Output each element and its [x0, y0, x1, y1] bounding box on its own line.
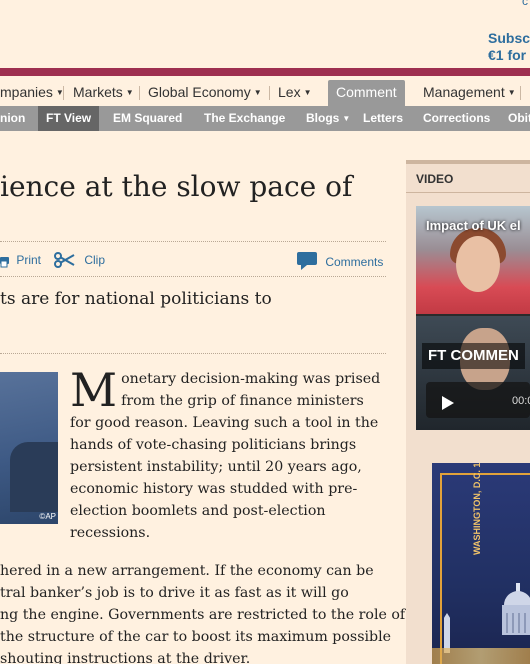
nav-item-companies[interactable]: mpanies ▼ [0, 80, 64, 106]
scissors-icon [54, 252, 75, 268]
nav-label: Lex [278, 84, 301, 100]
chevron-down-icon: ▼ [342, 114, 351, 123]
article-tools: Print Clip Comments [0, 250, 386, 270]
video-2-title: FT COMMEN [422, 343, 525, 369]
advertisement[interactable]: WASHINGTON, D.C. 1-3 JUNE 2015 [432, 463, 530, 664]
drop-cap: M [70, 363, 118, 417]
print-label: Print [16, 253, 42, 267]
article-photo: ©AP [0, 372, 58, 524]
video-player[interactable]: Impact of UK el FT COMMEN 00:0 [416, 206, 530, 430]
nav-label: Comment [336, 84, 397, 100]
photo-figure [10, 442, 58, 512]
paragraph-line: the structure of the car to boost its ma… [0, 629, 392, 645]
comments-button[interactable]: Comments [297, 252, 383, 270]
paragraph-line: ng the engine. Governments are restricte… [0, 607, 406, 623]
photo-credit: ©AP [39, 512, 56, 521]
paragraph-line: shouting instructions at the driver. [0, 651, 251, 664]
divider [406, 192, 530, 193]
subnav-item-opinion[interactable]: nion [0, 106, 25, 131]
subnav-label: Blogs [306, 111, 340, 125]
video-thumbnail-1[interactable]: Impact of UK el [416, 206, 530, 314]
nav-label: mpanies [0, 84, 53, 100]
comments-label: Comments [325, 255, 384, 269]
nav-label: Management [423, 84, 505, 100]
paragraph-line: hered in a new arrangement. If the econo… [0, 563, 374, 579]
main-nav: mpanies ▼ Markets ▼ Global Economy ▼ Lex ▼ C… [0, 80, 530, 106]
subnav-item-obituaries[interactable]: Obit [508, 106, 530, 131]
divider [0, 276, 386, 277]
subscribe-line2: €1 for [488, 47, 527, 63]
subnav-item-em-squared[interactable]: EM Squared [113, 106, 182, 131]
chevron-down-icon: ▼ [303, 88, 312, 97]
clip-label: Clip [84, 253, 106, 267]
paragraph-line: tral banker’s job is to drive it as fast… [0, 585, 349, 601]
brand-bar [0, 68, 530, 76]
subnav-item-ft-view[interactable]: FT View [38, 106, 100, 131]
nav-item-comment[interactable]: Comment [328, 80, 405, 106]
monument-icon [444, 613, 450, 653]
city-lights [432, 648, 530, 664]
video-1-title: Impact of UK el [426, 218, 521, 233]
subscribe-line1: Subscr [488, 30, 530, 46]
video-time: 00:0 [512, 395, 530, 407]
thumbnail-face [456, 236, 500, 292]
clip-button[interactable]: Clip [54, 252, 105, 268]
subnav-item-blogs[interactable]: Blogs ▼ [306, 106, 350, 131]
nav-divider [269, 86, 270, 100]
article-headline: ience at the slow pace of [0, 170, 353, 203]
divider [0, 353, 386, 354]
nav-item-management[interactable]: Management ▼ [423, 80, 516, 106]
sidebar-top-border [406, 160, 530, 164]
nav-item-lex[interactable]: Lex ▼ [278, 80, 312, 106]
article-paragraph-1: Monetary decision-making was prised from… [70, 363, 385, 544]
top-corner-text: c [522, 0, 528, 8]
nav-item-global-economy[interactable]: Global Economy ▼ [148, 80, 262, 106]
print-button[interactable]: Print [0, 252, 41, 268]
article-paragraph-2: hered in a new arrangement. If the econo… [0, 560, 406, 664]
nav-divider [520, 86, 521, 100]
article-standfirst: ts are for national politicians to [0, 289, 272, 309]
subnav-item-corrections[interactable]: Corrections [423, 106, 490, 131]
print-icon [0, 257, 9, 268]
chevron-down-icon: ▼ [507, 88, 516, 97]
play-icon[interactable] [442, 396, 454, 410]
capitol-dome-icon [502, 583, 530, 635]
video-section-title: VIDEO [416, 172, 454, 186]
ad-text: WASHINGTON, D.C. 1-3 JUNE 2015 [472, 463, 482, 555]
nav-label: Markets [73, 84, 123, 100]
nav-divider [63, 86, 64, 100]
sub-nav: nion FT View EM Squared The Exchange Blo… [0, 106, 530, 131]
nav-label: Global Economy [148, 84, 251, 100]
subscribe-link[interactable]: Subscr €1 for [488, 30, 530, 64]
chevron-down-icon: ▼ [253, 88, 262, 97]
subnav-item-letters[interactable]: Letters [363, 106, 403, 131]
divider [0, 241, 386, 242]
chevron-down-icon: ▼ [125, 88, 134, 97]
speech-bubble-icon [297, 252, 317, 270]
nav-divider [139, 86, 140, 100]
subnav-item-the-exchange[interactable]: The Exchange [204, 106, 285, 131]
nav-item-markets[interactable]: Markets ▼ [73, 80, 134, 106]
